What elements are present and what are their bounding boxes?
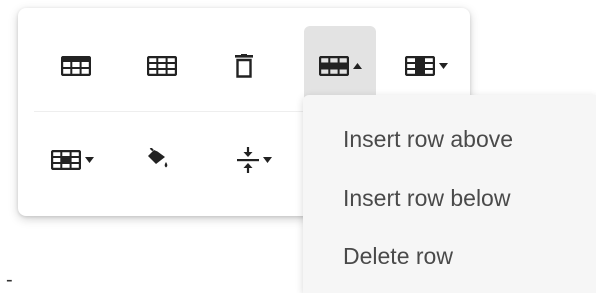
caret-down-icon [84,157,94,163]
cell-background-button[interactable] [126,132,190,188]
cell-options-button[interactable] [32,132,112,188]
trash-icon [235,54,253,78]
caret-up-icon [352,63,362,69]
table-layout-button[interactable] [130,38,194,94]
vertical-align-button[interactable] [214,132,294,188]
fill-bucket-icon [145,148,171,172]
delete-table-button[interactable] [212,38,276,94]
table-properties-button[interactable] [44,38,108,94]
vertical-align-icon [236,147,259,173]
menu-item-insert-row-below[interactable]: Insert row below [343,184,510,212]
stage: Insert row above Insert row below Delete… [0,0,596,293]
column-options-button[interactable] [390,38,462,94]
menu-item-insert-row-above[interactable]: Insert row above [343,125,513,153]
row-options-menu: Insert row above Insert row below Delete… [303,95,596,293]
table-cell-icon [50,150,81,170]
table-columns-icon [147,56,177,76]
row-options-button[interactable] [304,26,376,106]
caret-down-icon [262,157,272,163]
menu-item-delete-row[interactable]: Delete row [343,242,453,270]
table-column-icon [404,56,435,76]
page-dash-text: - [6,269,13,291]
table-icon [61,56,91,76]
table-row-icon [318,56,349,76]
caret-down-icon [438,63,448,69]
